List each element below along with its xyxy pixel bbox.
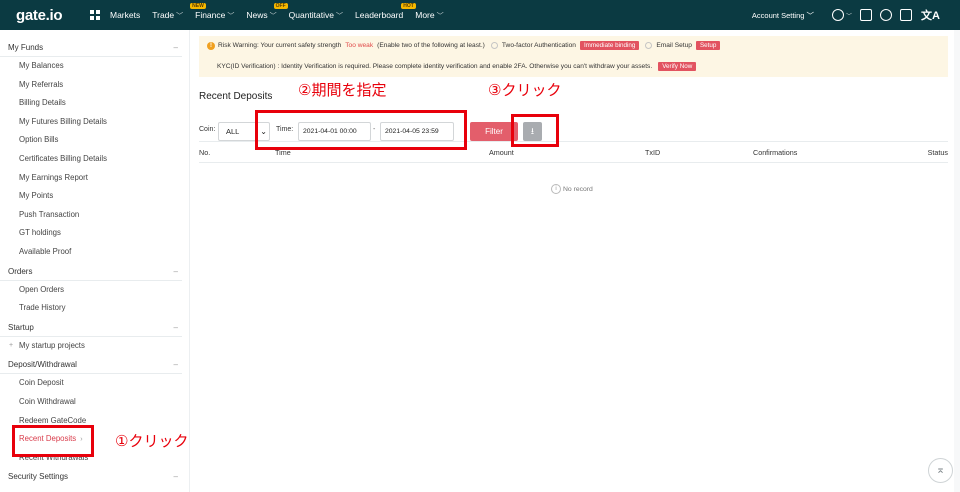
annotation-box-download — [511, 114, 559, 147]
column-amount: Amount — [489, 148, 514, 157]
sidebar-item-option-bills[interactable]: Option Bills — [0, 131, 189, 150]
sidebar-item-billing-details[interactable]: Billing Details — [0, 94, 189, 113]
sidebar-group-orders[interactable]: Orders – — [0, 262, 182, 281]
risk-warning-row: ! Risk Warning: Your current safety stre… — [207, 41, 721, 50]
column-status: Status — [927, 148, 948, 157]
new-badge: NEW — [190, 2, 206, 9]
language-icon[interactable]: 文A — [921, 7, 940, 23]
collapse-icon[interactable]: – — [174, 467, 178, 486]
nav-right-tools: Account Setting ﹀ ﹀ 文A — [752, 0, 940, 30]
sidebar-group-security-settings[interactable]: Security Settings – — [0, 467, 182, 486]
nav-quantitative[interactable]: Quantitative ﹀ OFF — [273, 2, 344, 21]
off-badge: OFF — [273, 2, 288, 9]
sidebar-item-push-transaction[interactable]: Push Transaction — [0, 206, 189, 225]
kyc-row: KYC(ID Verification) : Identity Verifica… — [217, 62, 697, 71]
twofa-label: Two-factor Authentication — [501, 42, 576, 49]
sidebar: My Funds – My Balances My Referrals Billi… — [0, 30, 190, 492]
empty-text: No record — [563, 185, 593, 193]
coin-label: Coin: — [199, 126, 216, 133]
nav-leaderboard[interactable]: Leaderboard — [355, 10, 403, 20]
risk-hint: (Enable two of the following at least.) — [377, 42, 485, 49]
chevron-down-icon: ﹀ — [846, 13, 853, 20]
sidebar-item-my-points[interactable]: My Points — [0, 187, 189, 206]
sidebar-item-coin-deposit[interactable]: Coin Deposit — [0, 374, 189, 393]
sidebar-item-gt-holdings[interactable]: GT holdings — [0, 224, 189, 243]
sidebar-item-my-balances[interactable]: My Balances — [0, 57, 189, 76]
risk-warning-banner: ! Risk Warning: Your current safety stre… — [199, 36, 948, 77]
annotation-step2: ②期間を指定 — [298, 81, 387, 99]
info-icon: i — [551, 184, 561, 194]
check-circle-icon — [490, 42, 498, 49]
wallet-icon[interactable] — [860, 9, 873, 21]
sidebar-item-my-referrals[interactable]: My Referrals — [0, 76, 189, 95]
chevron-down-icon: ﹀ — [436, 12, 444, 20]
annotation-step3: ③クリック — [488, 81, 562, 99]
account-setting-menu[interactable]: Account Setting ﹀ — [752, 10, 814, 21]
collapse-icon[interactable]: – — [174, 38, 178, 57]
sidebar-group-startup[interactable]: Startup – — [0, 318, 182, 337]
scrollbar-track[interactable] — [954, 30, 960, 492]
sidebar-group-my-funds[interactable]: My Funds – — [0, 38, 182, 57]
empty-state: i No record — [551, 184, 593, 194]
support-icon[interactable] — [880, 9, 893, 21]
chevron-down-icon: ﹀ — [336, 12, 344, 20]
chevron-down-icon: ﹀ — [227, 12, 235, 20]
nav-trade[interactable]: Trade ﹀ — [152, 10, 183, 21]
download-app-icon[interactable] — [900, 9, 913, 21]
chevron-down-icon: ﹀ — [176, 12, 184, 20]
annotation-box-period — [255, 110, 467, 150]
column-no: No. — [199, 148, 211, 157]
risk-text: Risk Warning: Your current safety streng… — [218, 42, 342, 49]
arrow-up-icon: ⌅ — [935, 464, 946, 476]
nav-markets[interactable]: Markets — [110, 10, 140, 20]
expand-icon: + — [9, 341, 14, 349]
sidebar-group-deposit-withdrawal[interactable]: Deposit/Withdrawal – — [0, 355, 182, 375]
user-avatar-icon[interactable] — [832, 9, 845, 21]
sidebar-item-coin-withdrawal[interactable]: Coin Withdrawal — [0, 393, 189, 412]
email-setup-button[interactable]: Setup — [695, 41, 721, 50]
sidebar-item-startup-projects[interactable]: + My startup projects — [0, 337, 189, 356]
sidebar-item-open-orders[interactable]: Open Orders — [0, 281, 189, 300]
sidebar-item-trade-history[interactable]: Trade History — [0, 299, 189, 318]
collapse-icon[interactable]: – — [174, 262, 178, 281]
annotation-step1: ①クリック — [115, 432, 189, 450]
verify-now-button[interactable]: Verify Now — [658, 62, 697, 71]
sidebar-item-earnings-report[interactable]: My Earnings Report — [0, 169, 189, 188]
top-nav: gate.io Markets Trade ﹀ Finance ﹀ NEW News ﹀… — [0, 0, 960, 30]
check-circle-icon — [645, 42, 653, 49]
gateio-logo[interactable]: gate.io — [16, 7, 76, 24]
nav-more[interactable]: More ﹀ HOT — [401, 2, 444, 21]
sidebar-item-available-proof[interactable]: Available Proof — [0, 243, 189, 262]
immediate-binding-button[interactable]: Immediate binding — [579, 41, 640, 50]
nav-finance[interactable]: Finance ﹀ NEW — [190, 2, 235, 21]
annotation-box-recent-deposits — [12, 425, 94, 457]
sidebar-item-certificates-billing[interactable]: Certificates Billing Details — [0, 150, 189, 169]
sidebar-item-futures-billing[interactable]: My Futures Billing Details — [0, 113, 189, 132]
scroll-to-top-button[interactable]: ⌅ — [928, 458, 953, 483]
collapse-icon[interactable]: – — [174, 318, 178, 337]
collapse-icon[interactable]: – — [174, 355, 178, 374]
column-confirmations: Confirmations — [753, 148, 798, 157]
email-setup-label: Email Setup — [656, 42, 692, 49]
apps-grid-icon[interactable] — [90, 10, 100, 20]
hot-badge: HOT — [401, 2, 416, 9]
page-title: Recent Deposits — [199, 91, 273, 102]
nav-news[interactable]: News ﹀ — [246, 10, 276, 21]
coin-select-value: ALL — [226, 127, 240, 136]
chevron-down-icon: ﹀ — [269, 12, 277, 20]
warning-icon: ! — [207, 41, 215, 50]
kyc-text: KYC(ID Verification) : Identity Verifica… — [217, 63, 653, 70]
column-txid: TxID — [645, 148, 661, 157]
strength-status: Too weak — [345, 42, 374, 49]
